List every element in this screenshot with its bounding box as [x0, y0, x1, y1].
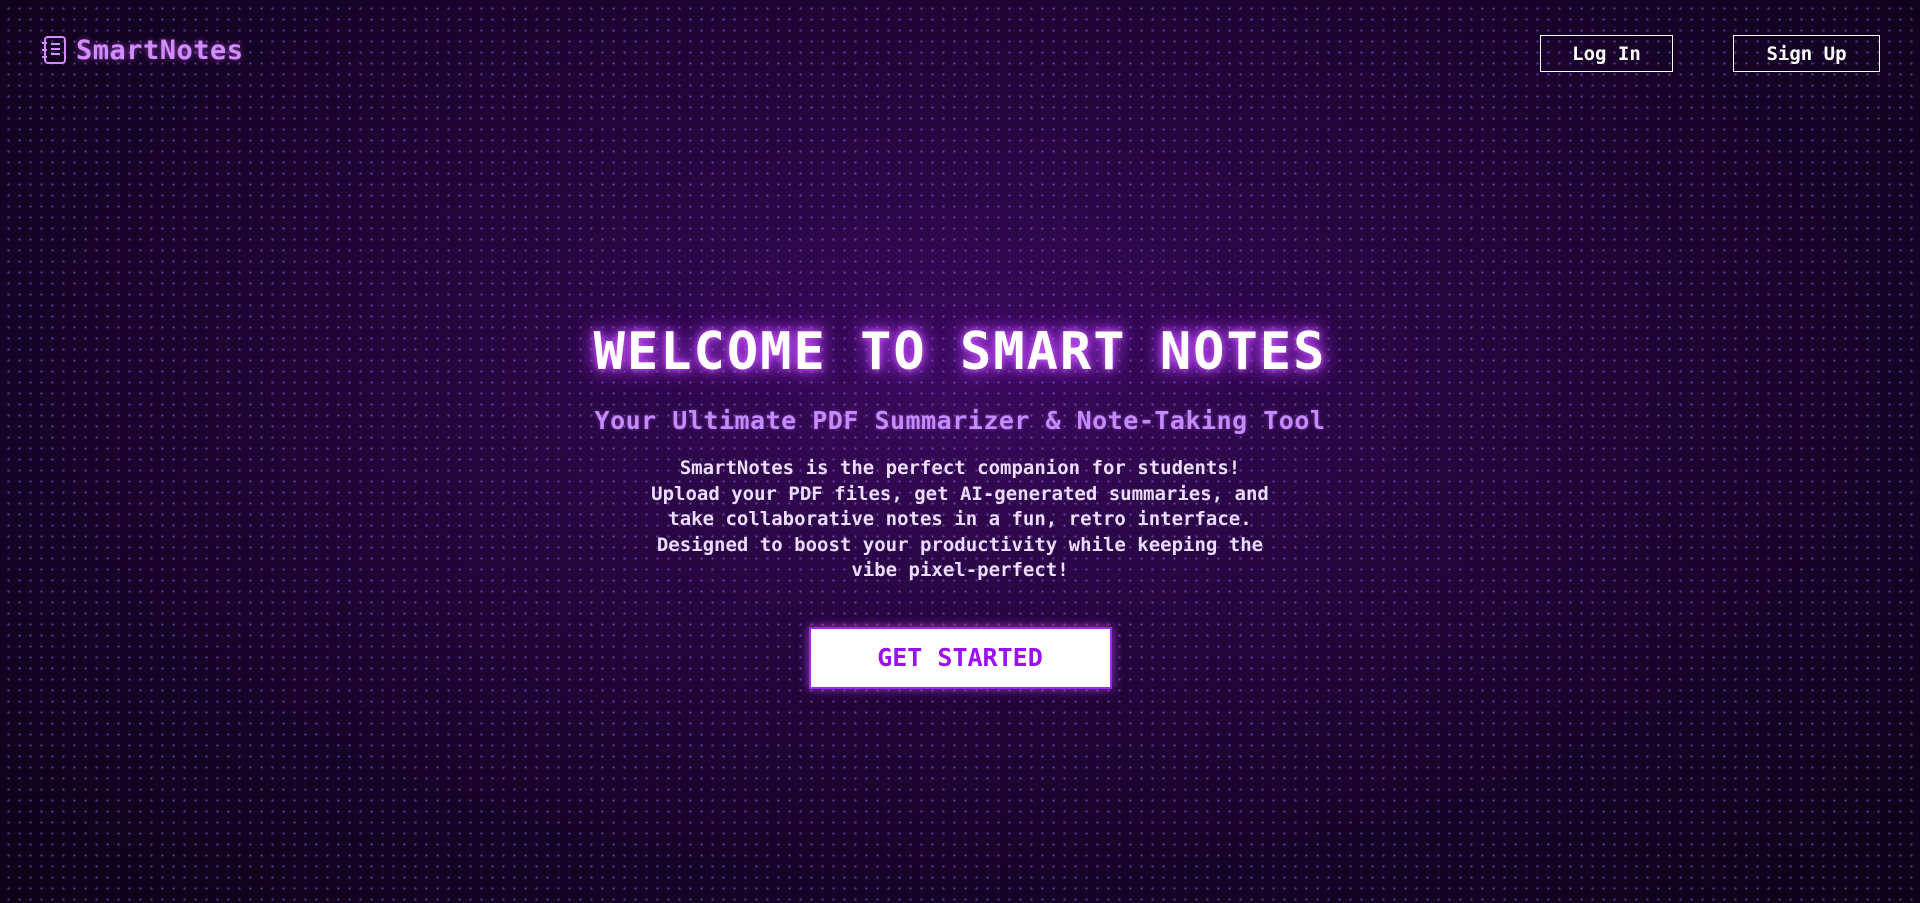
description-line: SmartNotes is the perfect companion for …	[679, 457, 1241, 479]
notebook-icon	[42, 36, 66, 64]
description-line: Designed to boost your productivity whil…	[656, 533, 1264, 556]
hero-section: WELCOME TO SMART NOTES Your Ultimate PDF…	[0, 320, 1920, 689]
hero-subtitle: Your Ultimate PDF Summarizer & Note-Taki…	[594, 406, 1326, 435]
login-button[interactable]: Log In	[1540, 35, 1673, 72]
top-navbar: SmartNotes Log In Sign Up	[0, 0, 1920, 100]
get-started-button[interactable]: GET STARTED	[808, 626, 1112, 689]
signup-button[interactable]: Sign Up	[1733, 35, 1880, 72]
description-line: vibe pixel-perfect!	[851, 559, 1069, 581]
description-line: take collaborative notes in a fun, retro…	[668, 508, 1252, 530]
description-line: Upload your PDF files, get AI-generated …	[651, 482, 1269, 505]
hero-description: SmartNotes is the perfect companion for …	[580, 456, 1340, 584]
brand-logo[interactable]: SmartNotes	[40, 34, 244, 66]
brand-name: SmartNotes	[76, 34, 244, 66]
hero-title: WELCOME TO SMART NOTES	[593, 322, 1327, 382]
